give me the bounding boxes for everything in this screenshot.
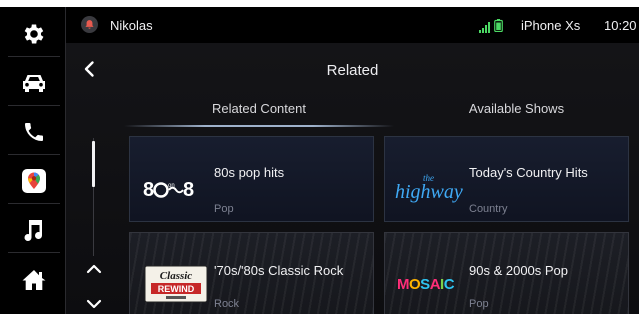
dock-music-button[interactable] (8, 208, 60, 253)
station-genre: Pop (469, 298, 489, 310)
device-name: iPhone Xs (521, 18, 581, 33)
station-genre: Rock (214, 298, 240, 310)
chevron-up-icon (84, 263, 104, 280)
station-genre: Pop (214, 203, 234, 215)
music-note-icon (22, 217, 46, 243)
dock-home-button[interactable] (8, 257, 60, 302)
carplay-screen: Nikolas iPhone Xs 10:20 Related Related … (0, 7, 639, 314)
map-pin-icon (21, 168, 47, 194)
station-name: '70s/'80s Classic Rock (214, 263, 344, 278)
svg-text:8: 8 (183, 179, 194, 201)
mosaic-logo: MOSAIC (395, 271, 465, 305)
scroll-down-button[interactable] (84, 297, 104, 314)
scroll-thumb[interactable] (92, 141, 95, 187)
chevron-down-icon (84, 298, 104, 314)
the-highway-logo: the highway (393, 171, 463, 205)
page-title: Related (326, 62, 379, 79)
app-dock (0, 7, 66, 314)
station-name: 90s & 2000s Pop (469, 263, 569, 278)
station-card[interactable]: Classic REWIND '70s/'80s Classic Rock Ro… (129, 232, 374, 314)
dock-settings-button[interactable] (8, 12, 60, 57)
dock-vehicle-button[interactable] (8, 61, 60, 106)
station-genre: Country (469, 203, 508, 215)
car-icon (20, 71, 48, 95)
svg-text:MOSAIC: MOSAIC (397, 276, 455, 293)
svg-text:Classic: Classic (160, 270, 193, 282)
phone-icon (22, 120, 46, 144)
scroll-up-button[interactable] (84, 262, 104, 281)
tab-available-shows[interactable]: Available Shows (384, 101, 639, 116)
notification-bell-icon[interactable] (81, 16, 98, 33)
svg-text:highway: highway (395, 181, 463, 203)
svg-text:REWIND: REWIND (158, 284, 195, 294)
dock-phone-button[interactable] (8, 110, 60, 155)
station-name: Today's Country Hits (469, 165, 588, 180)
gear-icon (21, 21, 47, 47)
dock-maps-button[interactable] (8, 159, 60, 204)
svg-text:8: 8 (143, 179, 154, 201)
status-bar: Nikolas iPhone Xs 10:20 (66, 7, 639, 43)
80s-on-8-logo: 8 on 8 (138, 171, 208, 205)
main-content: Related Related Content Available Shows (66, 43, 639, 314)
classic-rewind-logo: Classic REWIND (144, 265, 214, 303)
home-icon (21, 268, 47, 292)
station-card[interactable]: 8 on 8 80s pop hits Pop (129, 136, 374, 222)
tab-related-content[interactable]: Related Content (129, 101, 389, 116)
signal-icon (479, 20, 491, 38)
battery-icon (494, 19, 503, 37)
selected-tab-indicator (124, 125, 394, 127)
station-card[interactable]: the highway Today's Country Hits Country (384, 136, 629, 222)
station-name: 80s pop hits (214, 165, 285, 180)
user-name: Nikolas (110, 18, 153, 33)
clock: 10:20 (604, 18, 637, 33)
station-card[interactable]: MOSAIC 90s & 2000s Pop Pop (384, 232, 629, 314)
